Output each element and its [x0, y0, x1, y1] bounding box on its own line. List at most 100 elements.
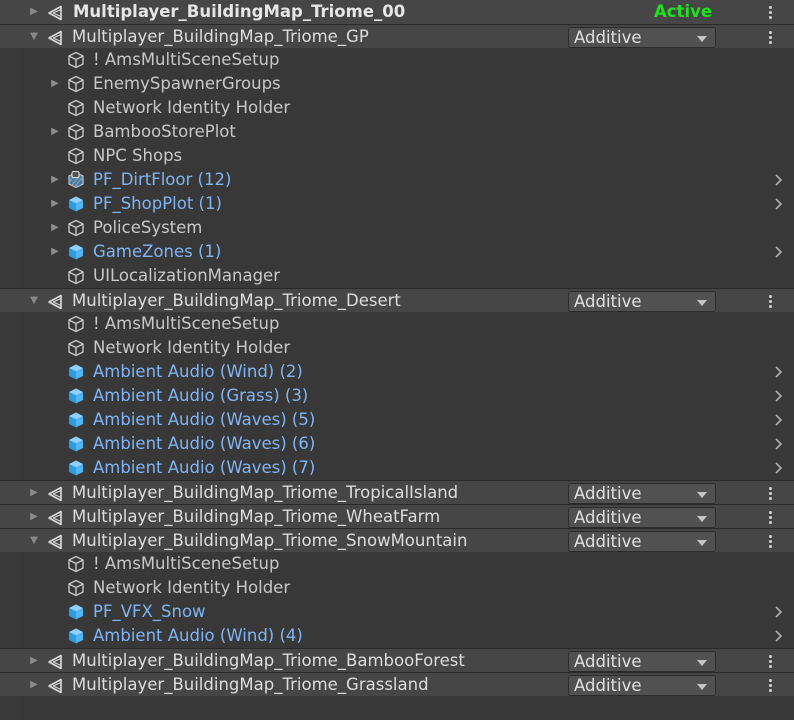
prefab-row-ambient-audio-grass-3[interactable]: Ambient Audio (Grass) (3) — [0, 384, 794, 408]
scene-row-multiplayer-buildingmap-triome-00[interactable]: ▶ Multiplayer_BuildingMap_Triome_00 Active — [0, 0, 794, 24]
open-prefab-chevron-icon[interactable] — [772, 360, 786, 384]
open-prefab-chevron-icon[interactable] — [772, 624, 786, 648]
object-label: PF_VFX_Snow — [93, 602, 206, 621]
hierarchy-panel: ▶ Multiplayer_BuildingMap_Triome_00 Active… — [0, 0, 794, 696]
scene-row-multiplayer-buildingmap-triome-desert[interactable]: ▼ Multiplayer_BuildingMap_Triome_Desert Ad… — [0, 288, 794, 312]
object-label: PF_DirtFloor (12) — [93, 170, 232, 189]
prefab-row-pf-shopplot-1[interactable]: ▶ PF_ShopPlot (1) — [0, 192, 794, 216]
collapsed-arrow-icon[interactable]: ▶ — [27, 505, 41, 529]
scene-row-multiplayer-buildingmap-triome-grassland[interactable]: ▶ Multiplayer_BuildingMap_Triome_Grasslan… — [0, 672, 794, 696]
scene-icon — [47, 509, 65, 526]
object-label: ! AmsMultiSceneSetup — [93, 554, 280, 573]
scene-menu-icon[interactable] — [765, 289, 777, 313]
dropdown-value: Additive — [574, 532, 642, 551]
scene-row-multiplayer-buildingmap-triome-bambooforest[interactable]: ▶ Multiplayer_BuildingMap_Triome_BambooFo… — [0, 648, 794, 672]
scene-load-mode-dropdown[interactable]: Additive — [568, 291, 716, 312]
scene-menu-icon[interactable] — [765, 25, 777, 49]
dropdown-value: Additive — [574, 652, 642, 671]
collapsed-arrow-icon[interactable]: ▶ — [27, 673, 41, 697]
scene-load-mode-dropdown[interactable]: Additive — [568, 675, 716, 696]
open-prefab-chevron-icon[interactable] — [772, 192, 786, 216]
open-prefab-chevron-icon[interactable] — [772, 384, 786, 408]
collapsed-arrow-icon[interactable]: ▶ — [27, 0, 41, 24]
gameobject-cube-icon — [67, 579, 85, 597]
scene-row-multiplayer-buildingmap-triome-tropicalisland[interactable]: ▶ Multiplayer_BuildingMap_Triome_Tropical… — [0, 480, 794, 504]
open-prefab-chevron-icon[interactable] — [772, 240, 786, 264]
collapsed-arrow-icon[interactable]: ▶ — [48, 72, 62, 96]
gameobject-row-amsmultiscenesetup[interactable]: ! AmsMultiSceneSetup — [0, 552, 794, 576]
dropdown-value: Additive — [574, 676, 642, 695]
gameobject-cube-icon — [67, 75, 85, 93]
gameobject-row-bamboostoreplot[interactable]: ▶ BambooStorePlot — [0, 120, 794, 144]
open-prefab-chevron-icon[interactable] — [772, 168, 786, 192]
gameobject-row-policesystem[interactable]: ▶ PoliceSystem — [0, 216, 794, 240]
scene-menu-icon[interactable] — [765, 673, 777, 697]
gameobject-row-network-identity-holder[interactable]: Network Identity Holder — [0, 96, 794, 120]
expanded-arrow-icon[interactable]: ▼ — [27, 25, 41, 49]
object-label: PoliceSystem — [93, 218, 203, 237]
open-prefab-chevron-icon[interactable] — [772, 432, 786, 456]
gameobject-row-uilocalizationmanager[interactable]: UILocalizationManager — [0, 264, 794, 288]
object-label: ! AmsMultiSceneSetup — [93, 314, 280, 333]
gameobject-cube-icon — [67, 123, 85, 141]
expanded-arrow-icon[interactable]: ▼ — [27, 289, 41, 313]
collapsed-arrow-icon[interactable]: ▶ — [48, 216, 62, 240]
object-label: Network Identity Holder — [93, 578, 291, 597]
scene-menu-icon[interactable] — [765, 0, 777, 24]
dropdown-arrow-icon — [697, 516, 707, 522]
scene-menu-icon[interactable] — [765, 505, 777, 529]
prefab-cube-icon — [67, 243, 85, 261]
scene-load-mode-dropdown[interactable]: Additive — [568, 507, 716, 528]
scene-label: Multiplayer_BuildingMap_Triome_WheatFarm — [72, 507, 441, 526]
gameobject-row-npc-shops[interactable]: NPC Shops — [0, 144, 794, 168]
object-label: EnemySpawnerGroups — [93, 74, 281, 93]
object-label: Ambient Audio (Grass) (3) — [93, 386, 309, 405]
dropdown-value: Additive — [574, 484, 642, 503]
scene-load-mode-dropdown[interactable]: Additive — [568, 531, 716, 552]
gameobject-row-enemyspawnergroups[interactable]: ▶ EnemySpawnerGroups — [0, 72, 794, 96]
scene-row-multiplayer-buildingmap-triome-gp[interactable]: ▼ Multiplayer_BuildingMap_Triome_GP Additi… — [0, 24, 794, 48]
open-prefab-chevron-icon[interactable] — [772, 408, 786, 432]
scene-label: Multiplayer_BuildingMap_Triome_SnowMount… — [72, 531, 468, 550]
scene-load-mode-dropdown[interactable]: Additive — [568, 651, 716, 672]
scene-menu-icon[interactable] — [765, 481, 777, 505]
scene-icon — [47, 533, 65, 550]
scene-label: Multiplayer_BuildingMap_Triome_BambooFor… — [72, 651, 465, 670]
gameobject-row-network-identity-holder[interactable]: Network Identity Holder — [0, 576, 794, 600]
prefab-row-ambient-audio-waves-5[interactable]: Ambient Audio (Waves) (5) — [0, 408, 794, 432]
object-label: Network Identity Holder — [93, 338, 291, 357]
gameobject-row-amsmultiscenesetup[interactable]: ! AmsMultiSceneSetup — [0, 48, 794, 72]
prefab-row-ambient-audio-waves-7[interactable]: Ambient Audio (Waves) (7) — [0, 456, 794, 480]
prefab-row-ambient-audio-waves-6[interactable]: Ambient Audio (Waves) (6) — [0, 432, 794, 456]
scene-row-multiplayer-buildingmap-triome-wheatfarm[interactable]: ▶ Multiplayer_BuildingMap_Triome_WheatFar… — [0, 504, 794, 528]
prefab-row-gamezones-1[interactable]: ▶ GameZones (1) — [0, 240, 794, 264]
scene-menu-icon[interactable] — [765, 649, 777, 673]
scene-menu-icon[interactable] — [765, 529, 777, 553]
expanded-arrow-icon[interactable]: ▼ — [27, 529, 41, 553]
object-label: GameZones (1) — [93, 242, 222, 261]
scene-load-mode-dropdown[interactable]: Additive — [568, 483, 716, 504]
collapsed-arrow-icon[interactable]: ▶ — [48, 168, 62, 192]
scene-row-multiplayer-buildingmap-triome-snowmountain[interactable]: ▼ Multiplayer_BuildingMap_Triome_SnowMoun… — [0, 528, 794, 552]
collapsed-arrow-icon[interactable]: ▶ — [27, 649, 41, 673]
collapsed-arrow-icon[interactable]: ▶ — [48, 240, 62, 264]
prefab-row-pf-dirtfloor-12[interactable]: ▶ PF_DirtFloor (12) — [0, 168, 794, 192]
open-prefab-chevron-icon[interactable] — [772, 456, 786, 480]
prefab-cube-icon — [67, 459, 85, 477]
object-label: NPC Shops — [93, 146, 183, 165]
gameobject-cube-icon — [67, 555, 85, 573]
prefab-row-pf-vfx-snow[interactable]: PF_VFX_Snow — [0, 600, 794, 624]
collapsed-arrow-icon[interactable]: ▶ — [27, 481, 41, 505]
open-prefab-chevron-icon[interactable] — [772, 600, 786, 624]
gameobject-cube-icon — [67, 99, 85, 117]
prefab-row-ambient-audio-wind-2[interactable]: Ambient Audio (Wind) (2) — [0, 360, 794, 384]
object-label: PF_ShopPlot (1) — [93, 194, 222, 213]
gameobject-row-amsmultiscenesetup[interactable]: ! AmsMultiSceneSetup — [0, 312, 794, 336]
gameobject-row-network-identity-holder[interactable]: Network Identity Holder — [0, 336, 794, 360]
collapsed-arrow-icon[interactable]: ▶ — [48, 120, 62, 144]
scene-load-mode-dropdown[interactable]: Additive — [568, 27, 716, 48]
prefab-cube-icon — [67, 195, 85, 213]
scene-icon — [47, 29, 65, 46]
prefab-row-ambient-audio-wind-4[interactable]: Ambient Audio (Wind) (4) — [0, 624, 794, 648]
collapsed-arrow-icon[interactable]: ▶ — [48, 192, 62, 216]
